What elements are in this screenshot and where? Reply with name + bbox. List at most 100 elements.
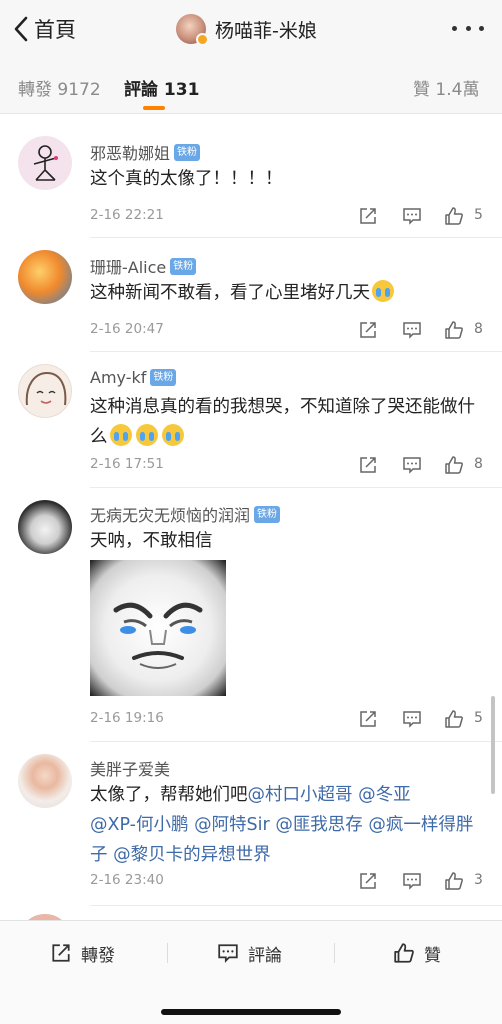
name-row: 美胖子爱美 (90, 756, 170, 780)
name-row: 珊珊-Alice 铁粉 (90, 254, 197, 278)
name-row: 邪恶勒娜姐 铁粉 (90, 140, 201, 164)
like-count: 5 (474, 207, 483, 223)
like-count: 8 (474, 456, 483, 472)
thumbs-up-icon[interactable] (444, 455, 464, 475)
share-icon[interactable] (358, 455, 378, 475)
thumbs-up-icon[interactable] (444, 320, 464, 340)
mention-link[interactable]: @黎贝卡的异想世界 (113, 845, 271, 865)
avatar[interactable] (18, 136, 72, 190)
fan-badge: 铁粉 (170, 257, 197, 275)
fan-badge: 铁粉 (150, 369, 177, 386)
nav-avatar (176, 14, 209, 46)
commenter-name[interactable]: Amy-kf (90, 368, 146, 387)
nav-title: 杨喵菲-米娘 (215, 19, 317, 42)
comment-actions: 5 (358, 709, 488, 731)
like-count: 5 (474, 710, 483, 726)
mention-link[interactable]: @XP-何小鹏 (90, 815, 188, 835)
back-button[interactable]: 首頁 (12, 12, 76, 46)
comment-item: 美胖子爱美 太像了，帮帮她们吧@村口小超哥 @冬亚 @XP-何小鹏 @阿特Sir … (0, 742, 502, 906)
comment-list[interactable]: 邪恶勒娜姐 铁粉 这个真的太像了！！！！ 2-16 22:21 5 珊珊-Ali… (0, 118, 502, 920)
comment-text: 这个真的太像了！！！！ (90, 169, 283, 189)
like-count: 3 (474, 872, 483, 888)
avatar[interactable] (18, 364, 72, 418)
crying-face-emoji (109, 424, 132, 446)
verified-icon (196, 33, 209, 46)
repost-label: 轉發 (81, 945, 115, 966)
commenter-name[interactable]: 无病无灾无烦恼的润润 (90, 502, 250, 526)
name-row: Amy-kf 铁粉 (90, 368, 177, 387)
comment-text: 太像了，帮帮她们吧@村口小超哥 @冬亚 @XP-何小鹏 @阿特Sir @匪我思存 … (90, 780, 490, 870)
tab-likes[interactable]: 贊 1.4萬 (413, 75, 479, 100)
comment-time: 2-16 20:47 (90, 321, 164, 337)
share-icon[interactable] (358, 206, 378, 226)
avatar[interactable] (18, 500, 72, 554)
fan-badge: 铁粉 (174, 143, 201, 161)
chevron-left-icon (14, 16, 28, 42)
thumbs-up-icon (394, 943, 414, 963)
tab-repost[interactable]: 轉發 9172 (18, 75, 101, 100)
scrollbar[interactable] (491, 696, 495, 794)
comment-actions: 3 (358, 871, 488, 893)
comment-time: 2-16 23:40 (90, 872, 164, 888)
share-icon[interactable] (358, 871, 378, 891)
avatar[interactable] (18, 754, 72, 808)
mention-link[interactable]: @村口小超哥 (248, 785, 353, 805)
comment-item: 邪恶勒娜姐 铁粉 这个真的太像了！！！！ 2-16 22:21 5 (0, 118, 502, 238)
tab-comments[interactable]: 評論 131 (124, 75, 199, 100)
thumbs-up-icon[interactable] (444, 871, 464, 891)
comment-text: 天呐，不敢相信 (90, 531, 213, 551)
comment-icon[interactable] (402, 709, 422, 729)
commenter-name[interactable]: 美胖子爱美 (90, 756, 170, 780)
comment-icon[interactable] (402, 320, 422, 340)
like-button[interactable]: 贊 (393, 941, 441, 966)
comment-icon[interactable] (402, 871, 422, 891)
fan-badge: 铁粉 (254, 505, 281, 523)
comment-item: Amy-kf 铁粉 这种消息真的看的我想哭，不知道除了哭还能做什么 2-16 1… (0, 352, 502, 488)
home-indicator[interactable] (161, 1009, 341, 1015)
more-dots-icon[interactable] (452, 16, 484, 40)
sticker-image[interactable] (90, 560, 226, 696)
avatar[interactable] (18, 250, 72, 304)
comment-button[interactable]: 評論 (217, 941, 282, 966)
comment-text-body: 这种新闻不敢看，看了心里堵好几天 (90, 283, 370, 303)
mention-link[interactable]: @匪我思存 (275, 815, 363, 835)
comment-item: 珊珊-Alice 铁粉 这种新闻不敢看，看了心里堵好几天 2-16 20:47 … (0, 238, 502, 352)
comment-text: 这种新闻不敢看，看了心里堵好几天 (90, 278, 490, 308)
back-label: 首頁 (34, 18, 76, 42)
comment-time: 2-16 22:21 (90, 207, 164, 223)
like-label: 贊 (424, 945, 441, 966)
commenter-name[interactable]: 邪恶勒娜姐 (90, 140, 170, 164)
comment-actions: 8 (358, 320, 488, 342)
thumbs-up-icon[interactable] (444, 206, 464, 226)
name-row: 无病无灾无烦恼的润润 铁粉 (90, 502, 281, 526)
repost-button[interactable]: 轉發 (50, 941, 115, 966)
share-icon[interactable] (358, 709, 378, 729)
nav-user[interactable]: 杨喵菲-米娘 (176, 11, 317, 47)
comment-text-body: 太像了，帮帮她们吧 (90, 785, 248, 805)
divider (334, 943, 335, 963)
thumbs-up-icon[interactable] (444, 709, 464, 729)
like-count: 8 (474, 321, 483, 337)
comment-actions: 8 (358, 455, 488, 477)
comment-time: 2-16 19:16 (90, 710, 164, 726)
comment-time: 2-16 17:51 (90, 456, 164, 472)
share-icon[interactable] (358, 320, 378, 340)
comment-icon (218, 944, 238, 963)
comment-text: 这种消息真的看的我想哭，不知道除了哭还能做什么 (90, 392, 490, 452)
divider (167, 943, 168, 963)
comment-item: 无病无灾无烦恼的润润 铁粉 天呐，不敢相信 2-16 19:16 5 (0, 488, 502, 742)
mention-link[interactable]: @冬亚 (358, 785, 411, 805)
comment-icon[interactable] (402, 206, 422, 226)
share-icon (52, 944, 70, 962)
crying-face-emoji (372, 280, 394, 302)
comment-icon[interactable] (402, 455, 422, 475)
crying-face-emoji (161, 424, 184, 446)
mention-link[interactable]: @阿特Sir (194, 815, 270, 835)
bottom-action-bar: 轉發 評論 贊 (0, 920, 502, 1024)
tab-bar: 轉發 9172 評論 131 贊 1.4萬 (0, 58, 502, 114)
comment-label: 評論 (248, 945, 282, 966)
commenter-name[interactable]: 珊珊-Alice (90, 254, 166, 278)
crying-face-emoji (135, 424, 158, 446)
active-tab-indicator (143, 106, 165, 110)
comment-actions: 5 (358, 206, 488, 228)
